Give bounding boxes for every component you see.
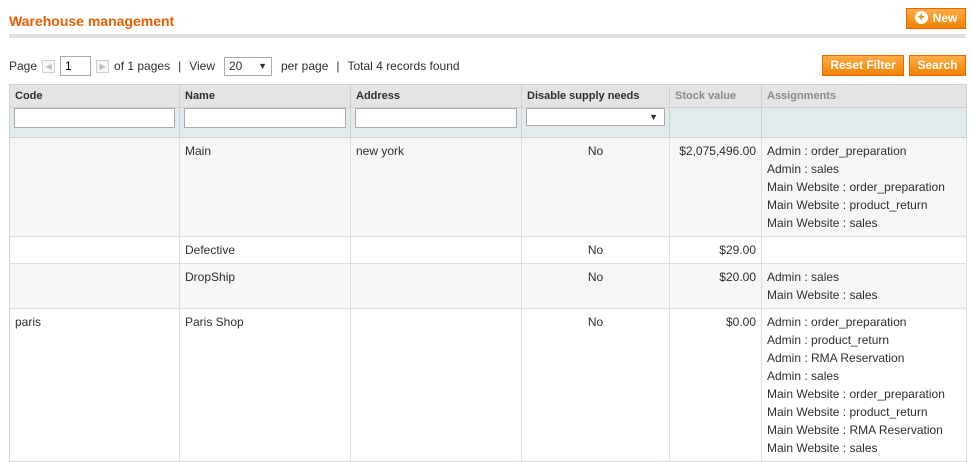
table-row[interactable]: Main new york No $2,075,496.00 Admin : o… <box>9 137 967 237</box>
assignments-cell: Admin : order_preparation Admin : produc… <box>761 308 967 462</box>
per-page-label: per page <box>281 59 329 73</box>
address-cell: new york <box>350 137 522 237</box>
page-number-input[interactable] <box>60 56 92 76</box>
column-header-assignments: Assignments <box>761 84 967 108</box>
disable-supply-cell: No <box>521 263 670 309</box>
column-header-name[interactable]: Name <box>179 84 351 108</box>
new-button-label: New <box>932 11 958 25</box>
warehouse-grid: Code Name Address Disable supply needs S… <box>9 84 967 462</box>
column-header-stock-value: Stock value <box>669 84 762 108</box>
filter-cell-code <box>9 107 180 138</box>
of-pages-label: of 1 pages <box>114 59 171 73</box>
disable-supply-cell: No <box>521 308 670 462</box>
code-cell <box>9 236 180 264</box>
address-cell <box>350 308 522 462</box>
name-cell: Main <box>179 137 351 237</box>
chevron-down-icon: ▼ <box>649 112 658 122</box>
pager: Page ◀ ▶ of 1 pages | View 20 ▼ per page… <box>9 55 460 77</box>
plus-icon: + <box>914 11 928 25</box>
previous-page-icon[interactable]: ◀ <box>42 59 56 73</box>
stock-value-cell: $0.00 <box>669 308 762 462</box>
assignment-item: Admin : sales <box>767 162 840 176</box>
per-page-select[interactable]: 20 ▼ <box>224 56 272 76</box>
assignment-item: Admin : sales <box>767 369 840 383</box>
assignment-item: Admin : order_preparation <box>767 144 907 158</box>
stock-value-cell: $20.00 <box>669 263 762 309</box>
filter-cell-stock <box>669 107 762 138</box>
filter-cell-disable: ▼ <box>521 107 670 138</box>
assignment-item: Main Website : product_return <box>767 198 928 212</box>
new-button[interactable]: + New <box>906 8 966 29</box>
filter-cell-address <box>350 107 522 138</box>
assignment-item: Main Website : order_preparation <box>767 180 945 194</box>
code-cell: paris <box>9 308 180 462</box>
filter-cell-name <box>179 107 351 138</box>
name-cell: Paris Shop <box>179 308 351 462</box>
page-label: Page <box>9 59 38 73</box>
next-page-icon[interactable]: ▶ <box>96 59 110 73</box>
reset-filter-button[interactable]: Reset Filter <box>822 55 904 76</box>
search-button[interactable]: Search <box>909 55 966 76</box>
divider: | <box>336 59 340 73</box>
assignment-item: Main Website : sales <box>767 441 878 455</box>
assignment-item: Admin : sales <box>767 270 840 284</box>
assignments-cell: Admin : sales Main Website : sales <box>761 263 967 309</box>
stock-value-cell: $2,075,496.00 <box>669 137 762 237</box>
page-title: Warehouse management <box>9 13 175 29</box>
assignment-item: Main Website : order_preparation <box>767 387 945 401</box>
assignment-item: Main Website : product_return <box>767 405 928 419</box>
assignment-item: Main Website : sales <box>767 216 878 230</box>
address-cell <box>350 263 522 309</box>
name-cell: Defective <box>179 236 351 264</box>
assignment-item: Admin : product_return <box>767 333 890 347</box>
assignment-item: Admin : RMA Reservation <box>767 351 905 365</box>
disable-supply-filter-select[interactable]: ▼ <box>526 108 665 126</box>
code-cell <box>9 263 180 309</box>
name-cell: DropShip <box>179 263 351 309</box>
table-row[interactable]: DropShip No $20.00 Admin : sales Main We… <box>9 263 967 309</box>
table-row[interactable]: paris Paris Shop No $0.00 Admin : order_… <box>9 308 967 462</box>
divider: | <box>178 59 182 73</box>
assignment-item: Main Website : sales <box>767 288 878 302</box>
chevron-down-icon: ▼ <box>258 61 267 71</box>
name-filter-input[interactable] <box>184 108 346 128</box>
address-cell <box>350 236 522 264</box>
disable-supply-cell: No <box>521 137 670 237</box>
assignment-item: Admin : order_preparation <box>767 315 907 329</box>
table-row[interactable]: Defective No $29.00 <box>9 236 967 264</box>
column-header-address[interactable]: Address <box>350 84 522 108</box>
per-page-value: 20 <box>229 59 243 73</box>
filter-cell-assignments <box>761 107 967 138</box>
disable-supply-cell: No <box>521 236 670 264</box>
assignments-cell <box>761 236 967 264</box>
total-records: Total 4 records found <box>347 59 460 73</box>
assignments-cell: Admin : order_preparation Admin : sales … <box>761 137 967 237</box>
code-filter-input[interactable] <box>14 108 175 128</box>
column-header-code[interactable]: Code <box>9 84 180 108</box>
assignment-item: Main Website : RMA Reservation <box>767 423 943 437</box>
page-header: Warehouse management <box>9 6 966 38</box>
address-filter-input[interactable] <box>355 108 517 128</box>
code-cell <box>9 137 180 237</box>
view-label: View <box>189 59 215 73</box>
stock-value-cell: $29.00 <box>669 236 762 264</box>
column-header-disable-supply-needs[interactable]: Disable supply needs <box>521 84 670 108</box>
